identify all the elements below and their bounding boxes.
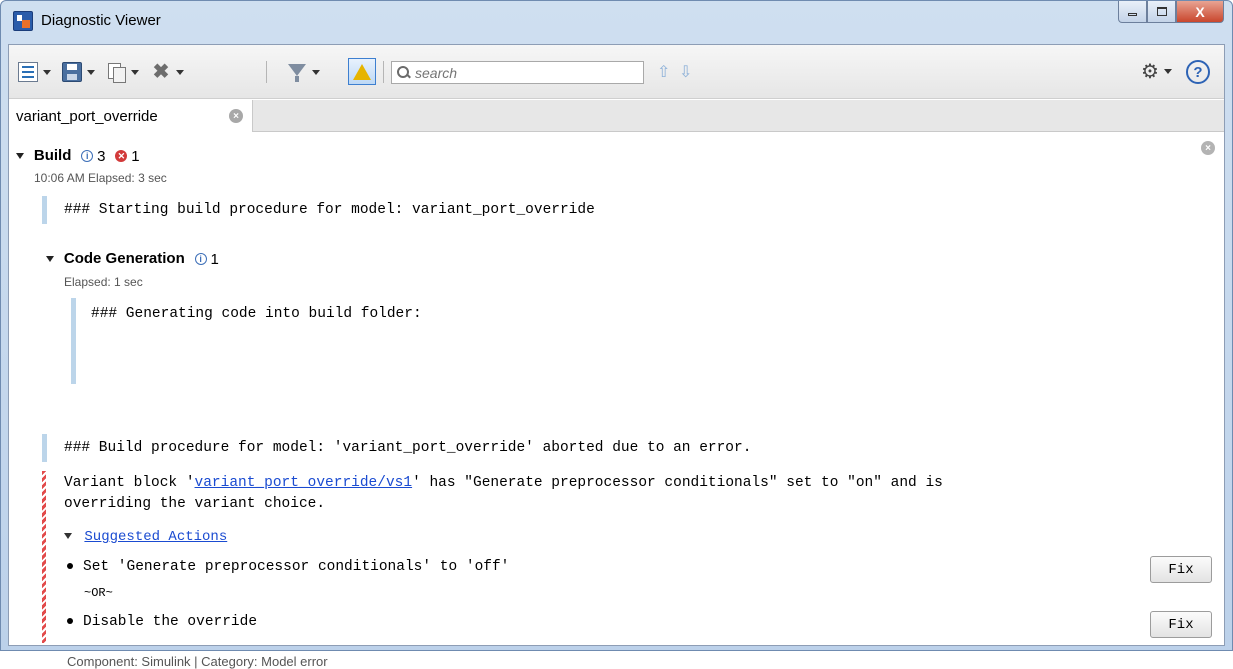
filter-dropdown[interactable] [287,61,320,83]
chevron-down-icon [312,69,320,75]
build-aborted-message: ### Build procedure for model: 'variant_… [64,440,752,456]
suggested-action-1: Set 'Generate preprocessor conditionals'… [67,559,509,575]
variant-block-link[interactable]: variant_port_override/vs1 [195,475,413,491]
maximize-button[interactable] [1147,1,1176,23]
previous-match-up-arrow-icon[interactable]: ⇧ [657,62,670,82]
tab-variant-port-override[interactable]: variant_port_override × [9,100,253,132]
gear-icon: ⚙ [1141,60,1159,83]
copy-icon [106,62,126,83]
generating-code-message: ### Generating code into build folder: [91,306,422,322]
suggested-action-2-text: Disable the override [83,614,258,630]
fix-button-1[interactable]: Fix [1150,556,1212,583]
search-icon [396,65,412,81]
search-input[interactable] [415,64,635,81]
save-icon [62,62,82,82]
code-generation-title: Code Generation [63,250,185,267]
window-title: Diagnostic Viewer [41,12,161,29]
bullet-icon [67,563,73,570]
toolbar-separator [383,61,384,83]
code-generation-elapsed: Elapsed: 1 sec [64,275,143,289]
error-message-line-1: Variant block 'variant_port_override/vs1… [64,475,943,491]
code-generation-header[interactable]: Code Generation i 1 [46,250,219,268]
close-button[interactable]: X [1176,1,1224,23]
info-message-bar [71,298,76,384]
diagnostics-content: × Build i 3 ✕ 1 10:06 AM Elapsed: 3 sec … [9,133,1224,669]
info-message-bar [42,196,47,224]
suggested-actions-link[interactable]: Suggested Actions [84,529,227,545]
error-component-category: Component: Simulink | Category: Model er… [67,654,328,669]
fix-button-2[interactable]: Fix [1150,611,1212,638]
title-bar: Diagnostic Viewer X [1,1,1232,43]
build-info-count: 3 [97,147,106,165]
clear-all-close-icon[interactable]: × [1201,141,1215,155]
collapse-caret-icon [16,153,24,160]
build-section-header[interactable]: Build i 3 ✕ 1 [16,147,140,165]
build-error-count: 1 [131,147,140,165]
toolbar-separator [266,61,267,83]
or-separator: ~OR~ [84,586,113,600]
delete-icon: ✖ [152,61,170,83]
info-icon: i [81,150,94,163]
chevron-down-icon [1163,68,1172,74]
build-start-message: ### Starting build procedure for model: … [64,202,595,218]
list-icon [18,62,38,82]
diagnostic-viewer-window: Diagnostic Viewer X ✖ search ⇧ ⇩ ⚙ ? var… [0,0,1233,669]
list-view-dropdown[interactable] [18,61,51,83]
toolbar: ✖ ⇧ ⇩ ⚙ [9,45,1224,99]
delete-dropdown[interactable]: ✖ [151,61,184,83]
tab-label: variant_port_override [16,107,158,125]
app-icon [13,11,33,31]
chevron-down-icon [43,69,51,75]
suggested-actions-toggle[interactable]: Suggested Actions [64,529,227,545]
client-area: ✖ ⇧ ⇩ ⚙ [8,44,1225,669]
copy-dropdown[interactable] [106,61,139,83]
chevron-down-icon [87,69,95,75]
suggested-action-2: Disable the override [67,614,257,630]
save-dropdown[interactable] [62,61,95,83]
close-tab-icon[interactable]: × [229,109,243,123]
help-icon[interactable]: ? [1186,60,1210,84]
info-icon: i [194,253,207,266]
search-field[interactable] [391,61,644,84]
collapse-caret-icon [46,256,54,263]
collapse-caret-icon [64,533,72,540]
window-controls: X [1118,1,1224,25]
filter-icon [287,62,307,82]
info-message-bar [42,434,47,462]
bullet-icon [67,618,73,625]
warning-icon [353,63,371,80]
error-message-line-2: overriding the variant choice. [64,496,326,512]
minimize-button[interactable] [1118,1,1147,23]
warnings-toggle-button[interactable] [348,58,376,85]
settings-dropdown[interactable]: ⚙ [1141,60,1172,83]
build-time: 10:06 AM Elapsed: 3 sec [34,171,167,185]
code-generation-info-count: 1 [210,250,219,268]
maximize-icon [1156,7,1167,16]
chevron-down-icon [131,69,139,75]
build-title: Build [33,147,72,164]
error-suffix: ' has "Generate preprocessor conditional… [412,475,943,491]
error-icon: ✕ [115,150,128,163]
tab-strip: variant_port_override × [9,100,1224,132]
suggested-action-1-text: Set 'Generate preprocessor conditionals'… [83,559,510,575]
minimize-icon [1128,13,1137,16]
chevron-down-icon [176,69,184,75]
error-message-bar [42,471,46,643]
error-prefix: Variant block ' [64,475,195,491]
next-match-down-arrow-icon[interactable]: ⇩ [679,62,692,82]
